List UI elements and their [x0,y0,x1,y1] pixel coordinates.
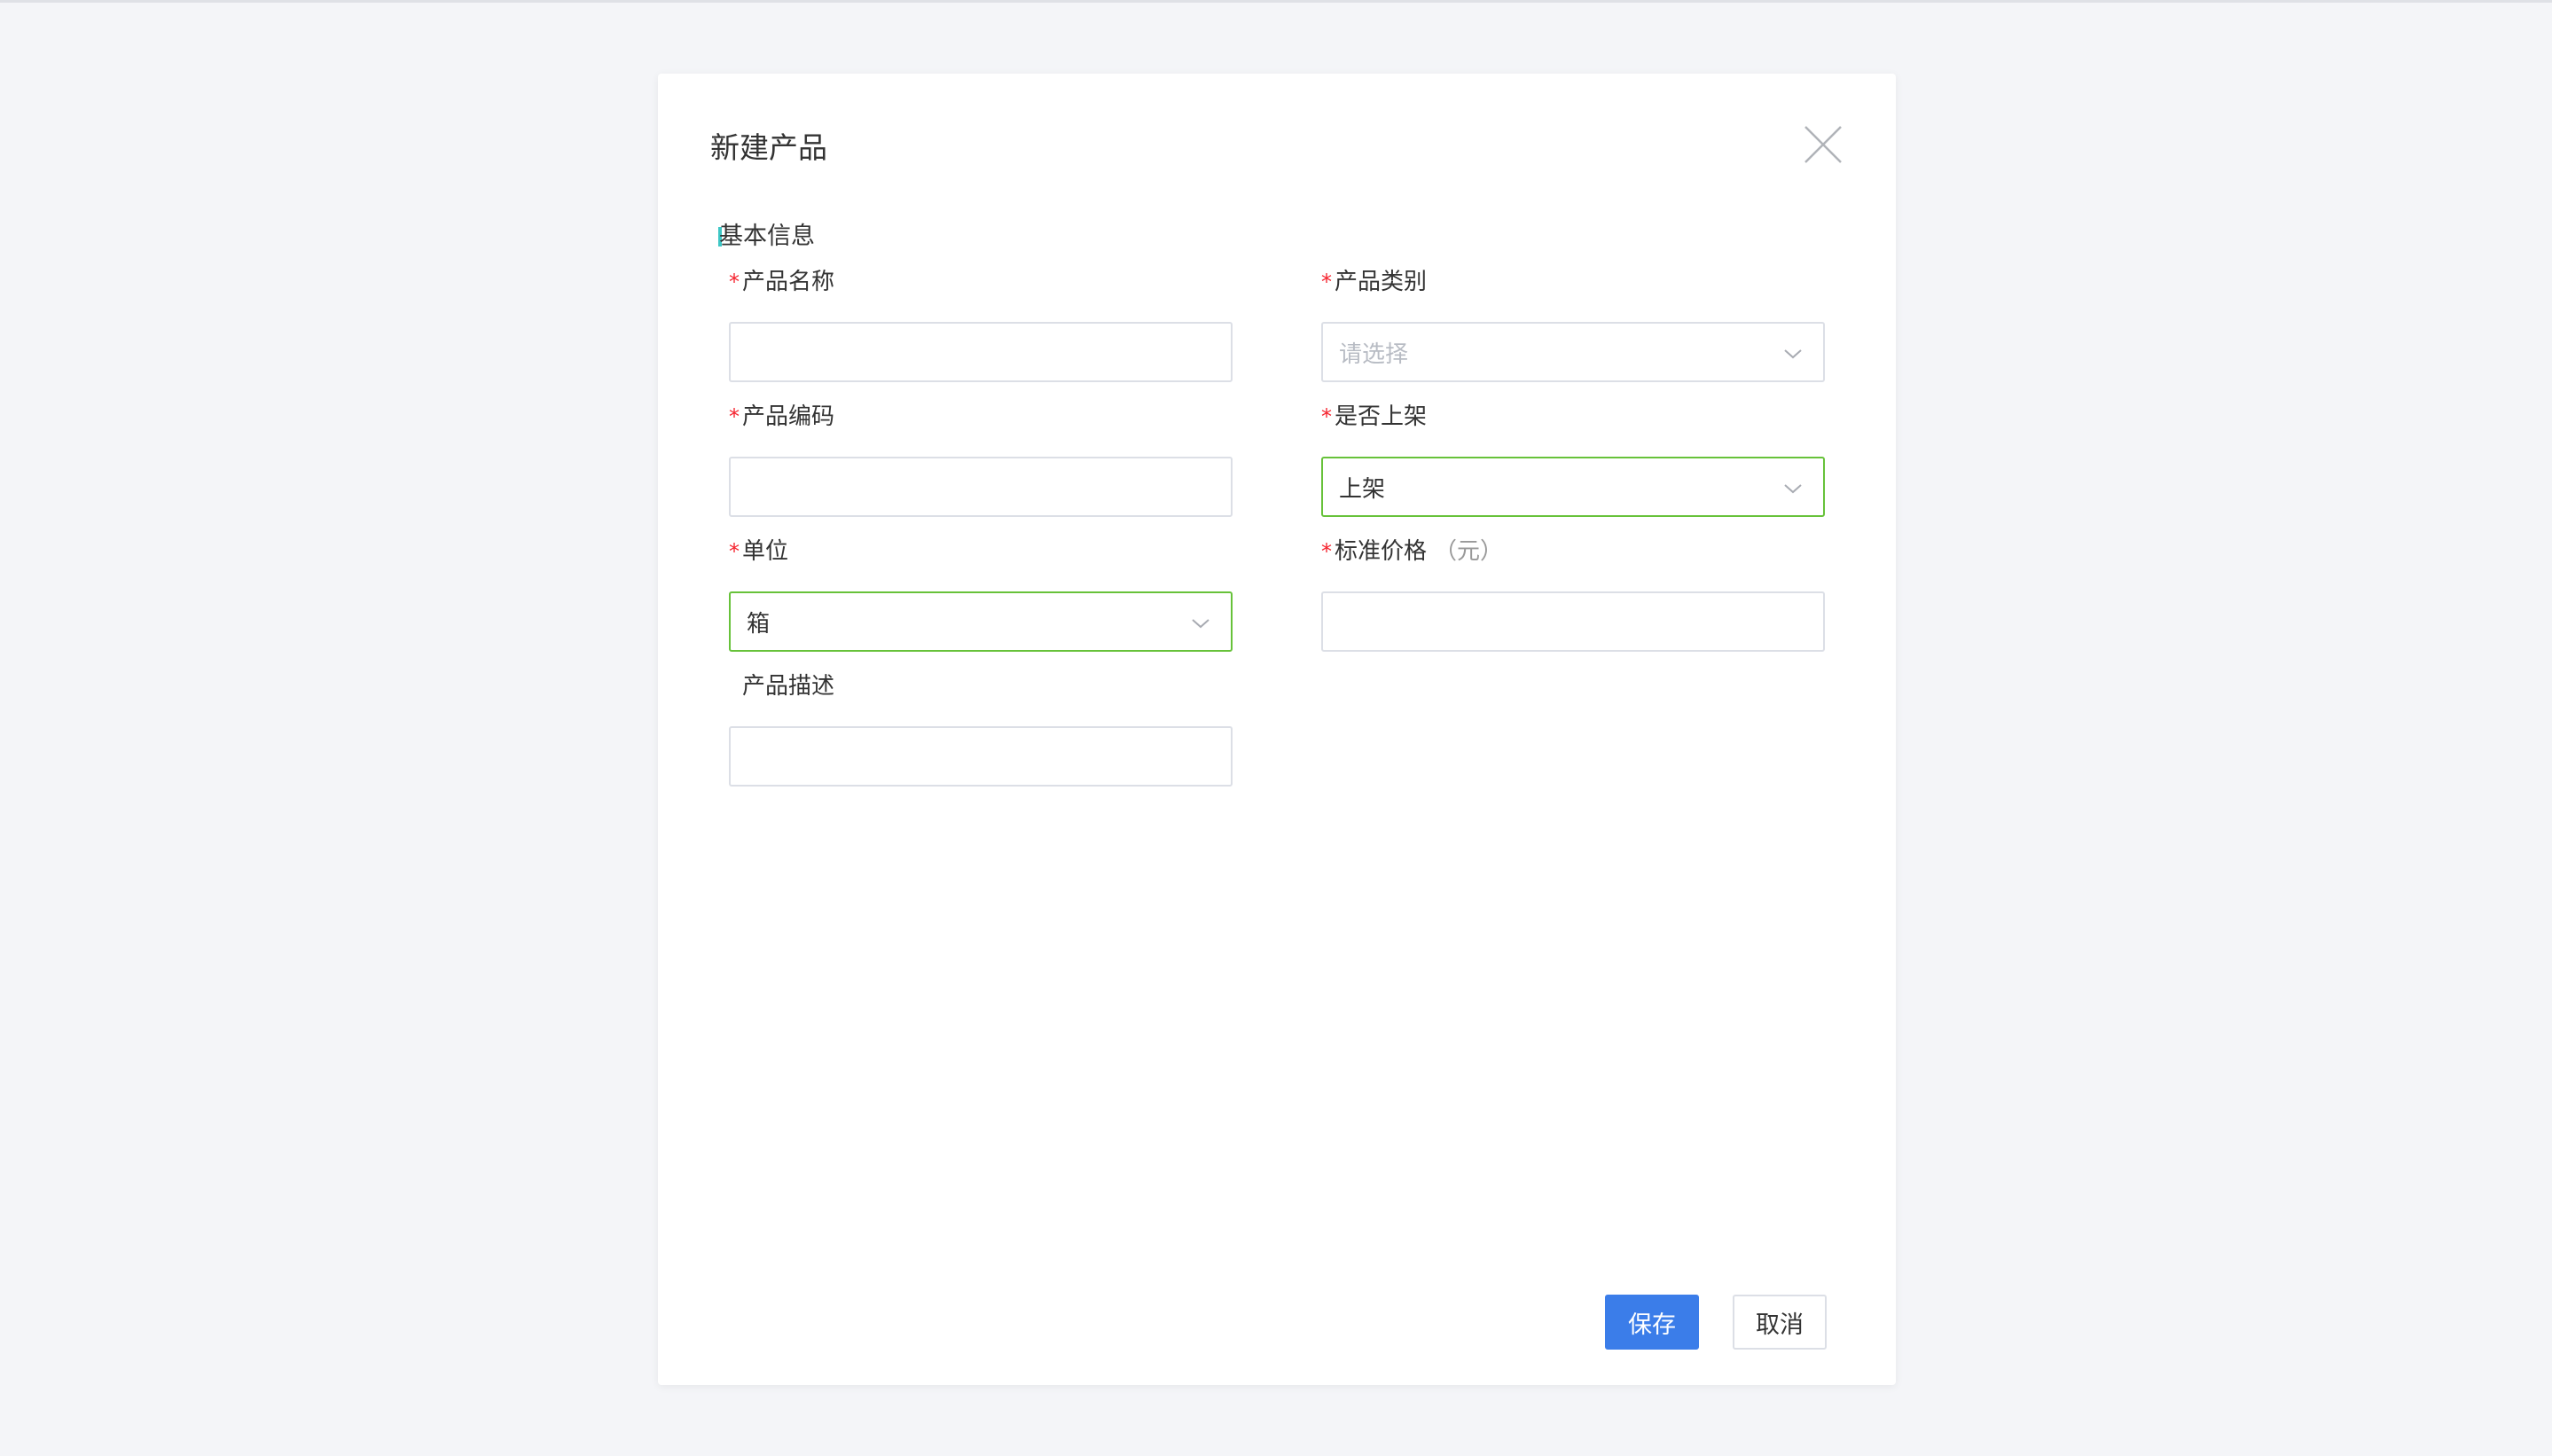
standard-price-unit-note: （元） [1434,538,1504,565]
field-label: * 单位 [729,536,1233,567]
top-divider [0,0,2552,3]
field-description: 产品描述 [729,671,1233,787]
field-label: * 标准价格 （元） [1321,536,1825,567]
required-marker: * [729,539,740,564]
required-marker: * [729,270,740,294]
product-category-label: 产品类别 [1335,269,1428,295]
on-shelf-label: 是否上架 [1335,403,1428,430]
product-category-select[interactable]: 请选择 [1321,322,1825,382]
close-icon[interactable] [1802,123,1844,166]
standard-price-label: 标准价格 [1335,538,1428,565]
field-label: 产品描述 [729,671,1233,701]
save-button[interactable]: 保存 [1605,1295,1699,1350]
unit-select[interactable]: 箱 [729,591,1233,652]
field-product-code: * 产品编码 [729,402,1233,517]
field-on-shelf: * 是否上架 上架 [1321,402,1825,517]
required-marker: * [1321,270,1332,294]
field-label: * 产品类别 [1321,267,1825,297]
dialog-title: 新建产品 [710,130,827,165]
description-label: 产品描述 [742,673,835,700]
new-product-dialog: 新建产品 基本信息 * 产品名称 * 产品类别 请选择 * 产品编码 * 是否上… [658,74,1896,1385]
product-name-input[interactable] [729,322,1233,382]
field-product-name: * 产品名称 [729,267,1233,382]
chevron-down-icon [1192,619,1209,629]
required-marker: * [729,404,740,429]
unit-value: 箱 [747,610,771,638]
product-category-placeholder: 请选择 [1339,341,1409,368]
unit-label: 单位 [742,538,789,565]
chevron-down-icon [1784,484,1802,494]
on-shelf-value: 上架 [1339,475,1386,503]
field-label: * 产品编码 [729,402,1233,432]
required-marker: * [1321,539,1332,564]
field-unit: * 单位 箱 [729,536,1233,652]
product-name-label: 产品名称 [742,269,835,295]
field-label: * 是否上架 [1321,402,1825,432]
section-title-basic-info: 基本信息 [719,223,815,250]
chevron-down-icon [1784,349,1802,359]
on-shelf-select[interactable]: 上架 [1321,457,1825,517]
product-code-label: 产品编码 [742,403,835,430]
cancel-button[interactable]: 取消 [1733,1295,1827,1350]
field-standard-price: * 标准价格 （元） [1321,536,1825,652]
field-product-category: * 产品类别 请选择 [1321,267,1825,382]
required-marker: * [1321,404,1332,429]
standard-price-input[interactable] [1321,591,1825,652]
product-code-input[interactable] [729,457,1233,517]
description-input[interactable] [729,726,1233,787]
field-label: * 产品名称 [729,267,1233,297]
